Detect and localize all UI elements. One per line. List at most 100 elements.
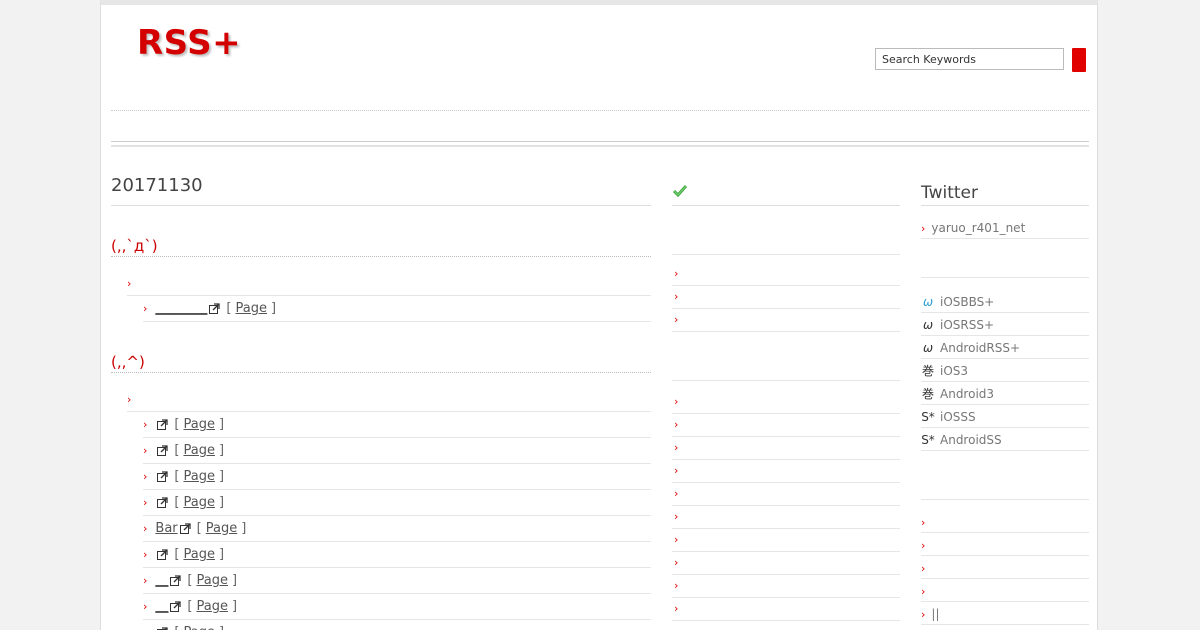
sidebar-item-label: || xyxy=(931,607,940,621)
bracket-open: [ xyxy=(196,521,202,536)
article-row[interactable]: › ________ [Page] xyxy=(143,296,651,322)
search-button[interactable] xyxy=(1072,48,1086,72)
chevron-right-icon: › xyxy=(921,222,926,235)
middle-spacer xyxy=(672,206,900,255)
sidebar-list-item[interactable]: › xyxy=(921,556,1089,579)
article-row[interactable]: › __ [Page] xyxy=(143,568,651,594)
bracket-close: ] xyxy=(218,443,225,458)
article-row[interactable]: ›[Page] xyxy=(143,464,651,490)
subcategory-row[interactable]: › xyxy=(127,373,651,412)
middle-list-item[interactable]: › xyxy=(672,552,900,575)
bracket-open: [ xyxy=(226,301,232,316)
middle-list-item[interactable]: › xyxy=(672,286,900,309)
middle-list-item[interactable]: › xyxy=(672,263,900,286)
chevron-right-icon: › xyxy=(143,302,148,315)
bracket-open: [ xyxy=(174,469,180,484)
chevron-right-icon: › xyxy=(921,516,926,529)
chevron-right-icon: › xyxy=(143,548,148,561)
page-link[interactable]: Page xyxy=(235,301,266,316)
article-row[interactable]: ›[Page] xyxy=(143,620,651,630)
middle-list-item[interactable]: › xyxy=(672,483,900,506)
middle-list-item[interactable]: › xyxy=(672,460,900,483)
external-link-icon xyxy=(170,575,182,586)
page-link[interactable]: Page xyxy=(196,573,227,588)
page-link[interactable]: Page xyxy=(183,495,214,510)
middle-list-item[interactable]: › xyxy=(672,309,900,332)
sidebar-list-item[interactable]: › xyxy=(921,579,1089,602)
app-link-4[interactable]: 巻 Android3 xyxy=(921,382,1089,405)
app-name: AndroidRSS+ xyxy=(940,341,1021,355)
site-logo[interactable]: RSS+ xyxy=(137,23,241,63)
page-link[interactable]: Page xyxy=(183,443,214,458)
article-row[interactable]: ›[Page] xyxy=(143,542,651,568)
middle-column: › › › › › › › › › › › › › xyxy=(672,179,900,621)
middle-list-item[interactable]: › xyxy=(672,598,900,621)
chevron-right-icon: › xyxy=(674,487,679,500)
page-link[interactable]: Page xyxy=(183,417,214,432)
checkmark-icon xyxy=(672,185,688,198)
article-row[interactable]: ›[Page] xyxy=(143,412,651,438)
chevron-right-icon: › xyxy=(143,522,148,535)
middle-list-item[interactable]: › xyxy=(672,414,900,437)
article-row[interactable]: › __ [Page] xyxy=(143,594,651,620)
bracket-open: [ xyxy=(174,625,179,630)
app-link-6[interactable]: S* AndroidSS xyxy=(921,428,1089,451)
page-link[interactable]: Page xyxy=(183,469,214,484)
middle-list-item[interactable]: › xyxy=(672,575,900,598)
app-link-5[interactable]: S* iOSSS xyxy=(921,405,1089,428)
chevron-right-icon: › xyxy=(674,290,679,303)
search-input[interactable] xyxy=(875,48,1064,70)
external-link-icon xyxy=(209,303,221,314)
chevron-right-icon: › xyxy=(674,533,679,546)
article-row[interactable]: › Bar [ Page] xyxy=(143,516,651,542)
article-link[interactable]: __ xyxy=(155,573,168,588)
bracket-close: ] xyxy=(219,625,224,630)
app-icon: S* xyxy=(921,410,935,424)
article-link[interactable]: __ xyxy=(155,599,168,614)
category-title[interactable]: (,,^) xyxy=(111,342,651,373)
twitter-user-link[interactable]: › yaruo_r401_net xyxy=(921,216,1089,239)
app-link-0[interactable]: ω iOSBBS+ xyxy=(921,290,1089,313)
chevron-right-icon: › xyxy=(143,444,148,457)
chevron-right-icon: › xyxy=(143,600,148,613)
bracket-open: [ xyxy=(187,573,193,588)
article-row[interactable]: ›[Page] xyxy=(143,438,651,464)
page-link[interactable]: Page xyxy=(196,599,227,614)
page-link[interactable]: Page xyxy=(183,547,214,562)
chevron-right-icon: › xyxy=(674,464,679,477)
app-name: iOS3 xyxy=(940,364,969,378)
article-link[interactable]: Bar xyxy=(155,521,177,536)
header-divider xyxy=(111,110,1089,111)
page-link[interactable]: Page xyxy=(206,521,237,536)
app-link-1[interactable]: ω iOSRSS+ xyxy=(921,313,1089,336)
chevron-right-icon: › xyxy=(674,313,679,326)
middle-list-item[interactable]: › xyxy=(672,529,900,552)
app-link-3[interactable]: 巻 iOS3 xyxy=(921,359,1089,382)
middle-list-item[interactable]: › xyxy=(672,506,900,529)
page-link[interactable]: Page xyxy=(183,625,214,630)
twitter-user-label: yaruo_r401_net xyxy=(931,221,1026,235)
article-link[interactable]: ________ xyxy=(155,301,207,316)
app-name: AndroidSS xyxy=(940,433,1002,447)
subcategory-row[interactable]: › xyxy=(127,257,651,296)
app-name: Android3 xyxy=(940,387,995,401)
chevron-right-icon: › xyxy=(143,574,148,587)
external-link-icon xyxy=(179,523,191,534)
nav-divider xyxy=(111,141,1089,147)
app-icon: ω xyxy=(922,341,934,355)
sidebar-list-item[interactable]: › || xyxy=(921,602,1089,625)
chevron-right-icon: › xyxy=(674,441,679,454)
sidebar-list-item[interactable]: › xyxy=(921,533,1089,556)
article-row[interactable]: ›[Page] xyxy=(143,490,651,516)
app-link-2[interactable]: ω AndroidRSS+ xyxy=(921,336,1089,359)
middle-list-item[interactable]: › xyxy=(672,437,900,460)
date-heading: 20171130 xyxy=(111,173,651,206)
bracket-close: ] xyxy=(218,417,225,432)
middle-list-item[interactable]: › xyxy=(672,391,900,414)
category-title[interactable]: (,,`д`) xyxy=(111,226,651,257)
sidebar-list-item[interactable]: › xyxy=(921,510,1089,533)
bracket-close: ] xyxy=(241,521,247,536)
chevron-right-icon: › xyxy=(127,277,132,290)
chevron-right-icon: › xyxy=(674,267,679,280)
bracket-close: ] xyxy=(218,547,225,562)
